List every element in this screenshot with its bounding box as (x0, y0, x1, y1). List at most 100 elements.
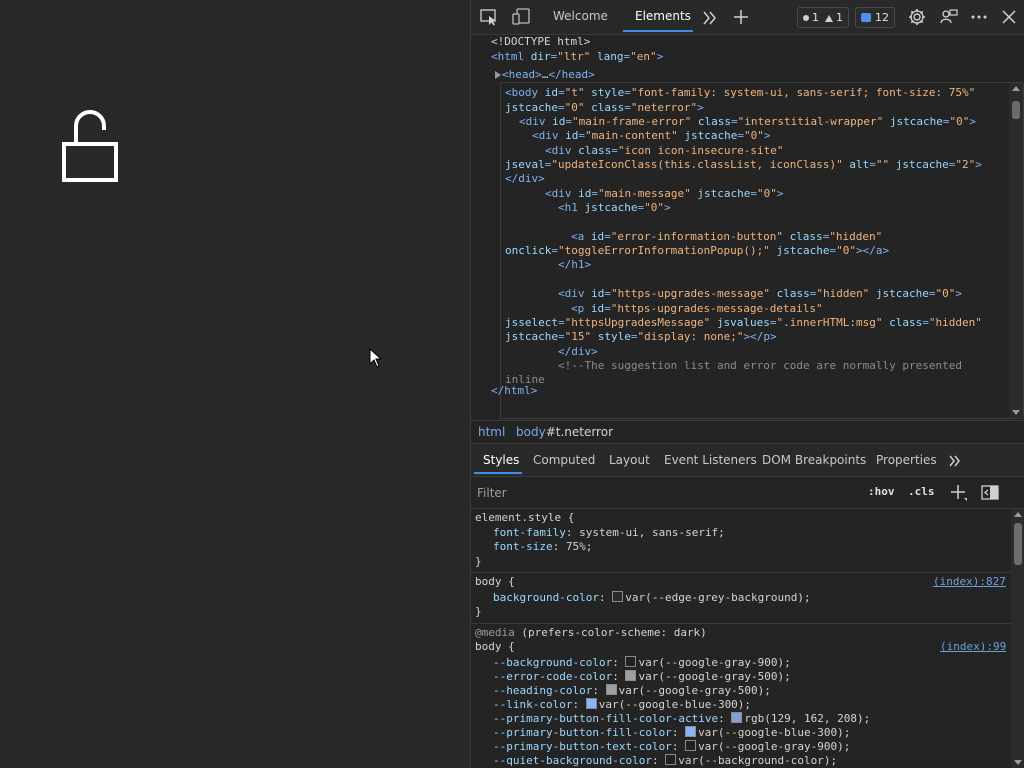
dom-token: ".innerHTML:msg" (776, 316, 883, 329)
style-declaration[interactable]: --link-color: var(--google-blue-300); (493, 698, 751, 712)
tab-welcome[interactable]: Welcome (553, 9, 608, 23)
toggle-sidebar-icon[interactable] (981, 485, 999, 501)
rule-selector[interactable]: element.style { (475, 511, 574, 525)
subtab-event-listeners[interactable]: Event Listeners (664, 453, 757, 467)
hover-state-button[interactable]: :hov (868, 485, 895, 498)
dom-line[interactable]: <a id="error-information-button" class="… (571, 230, 882, 244)
dom-line[interactable]: <div id="main-content" jstcache="0"> (532, 129, 770, 143)
inspect-element-icon[interactable] (480, 8, 498, 26)
dom-token: "0" (743, 129, 764, 142)
device-emulation-icon[interactable] (512, 8, 530, 26)
new-style-rule-plus-icon[interactable] (950, 484, 968, 502)
dom-line[interactable]: <h1 jstcache="0"> (558, 201, 671, 215)
dom-token: jstcache (505, 101, 558, 114)
messages-counter[interactable]: 12 (855, 7, 895, 28)
subtab-layout[interactable]: Layout (609, 453, 650, 467)
scroll-up-icon[interactable] (1014, 512, 1022, 517)
scrollbar-thumb[interactable] (1014, 523, 1022, 565)
media-query: @media (prefers-color-scheme: dark) (475, 626, 707, 639)
rule-selector[interactable]: body { (475, 640, 515, 654)
dom-line[interactable]: jstcache="15" style="display: none;"></p… (505, 330, 777, 344)
dom-token: = (557, 316, 565, 329)
dom-line[interactable]: <div id="https-upgrades-message" class="… (558, 287, 962, 301)
style-declaration[interactable]: --error-code-color: var(--google-gray-50… (493, 670, 791, 684)
more-subtabs-chevron-icon[interactable] (948, 454, 962, 468)
dom-line[interactable]: </html> (491, 384, 537, 398)
subtab-properties[interactable]: Properties (876, 453, 937, 467)
dom-line[interactable]: </div> (505, 172, 545, 186)
dom-token (783, 230, 790, 243)
styles-filter-input[interactable] (475, 481, 849, 505)
dom-token: class (789, 230, 823, 243)
more-tabs-chevron-icon[interactable] (701, 9, 719, 27)
add-tab-plus-icon[interactable] (732, 8, 750, 26)
subtab-styles[interactable]: Styles (483, 453, 519, 467)
style-declaration[interactable]: --primary-button-fill-color: var(--googl… (493, 726, 850, 740)
dom-token: <h1 (558, 201, 585, 214)
rule-divider (471, 572, 1011, 573)
dom-token: </h1> (558, 258, 592, 271)
breadcrumb-body[interactable]: body#t.neterror (516, 425, 613, 439)
dom-line[interactable]: <!DOCTYPE html> (491, 35, 590, 49)
dom-line[interactable]: </h1> (558, 258, 591, 272)
dom-tree[interactable]: <!DOCTYPE html> <html dir="ltr" lang="en… (471, 35, 1024, 419)
dom-line[interactable]: <div id="main-frame-error" class="inters… (519, 115, 976, 129)
color-swatch[interactable] (665, 754, 677, 765)
style-declaration[interactable]: --background-color: var(--google-gray-90… (493, 656, 791, 670)
styles-pane[interactable]: element.style { font-family: system-ui, … (471, 509, 1024, 768)
style-declaration[interactable]: --primary-button-fill-color-active: rgb(… (493, 712, 870, 726)
dom-scrollbar[interactable] (1009, 83, 1023, 418)
dom-line[interactable]: <head>…</head> (502, 68, 595, 82)
source-link[interactable]: (index):827 (933, 575, 1006, 589)
scroll-down-icon[interactable] (1012, 410, 1020, 415)
dom-line[interactable]: <body id="t" style="font-family: system-… (505, 86, 975, 100)
dom-line[interactable]: onclick="toggleErrorInformationPopup();"… (505, 244, 889, 258)
rule-selector[interactable]: body { (475, 575, 515, 589)
color-swatch[interactable] (625, 656, 637, 667)
subtab-computed[interactable]: Computed (533, 453, 595, 467)
dom-line[interactable]: <!--The suggestion list and error code a… (558, 359, 962, 373)
styles-filter-bar: :hov .cls (471, 477, 1024, 509)
dom-line[interactable]: <div id="main-message" jstcache="0"> (545, 187, 783, 201)
color-swatch[interactable] (731, 712, 743, 723)
color-swatch[interactable] (585, 698, 597, 709)
dom-line[interactable]: <div class="icon icon-insecure-site" (545, 144, 783, 158)
dom-line[interactable]: <p id="https-upgrades-message-details" (571, 302, 823, 316)
style-declaration[interactable]: --heading-color: var(--google-gray-500); (493, 684, 771, 698)
source-link[interactable]: (index):99 (940, 640, 1006, 654)
color-swatch[interactable] (625, 670, 637, 681)
color-swatch[interactable] (685, 726, 697, 737)
scrollbar-thumb[interactable] (1012, 101, 1020, 119)
feedback-icon[interactable] (940, 8, 958, 26)
style-declaration[interactable]: --primary-button-text-color: var(--googl… (493, 740, 850, 754)
dom-line[interactable]: jstcache="0" class="neterror"> (505, 101, 704, 115)
color-swatch[interactable] (605, 684, 617, 695)
dom-line[interactable]: <html dir="ltr" lang="en"> (491, 50, 663, 64)
expand-arrow-icon[interactable] (494, 70, 502, 80)
style-declaration[interactable]: font-size: 75%; (493, 540, 592, 554)
style-declaration[interactable]: background-color: var(--edge-grey-backgr… (493, 591, 811, 605)
color-swatch[interactable] (612, 591, 624, 602)
dom-line[interactable]: jsselect="httpsUpgradesMessage" jsvalues… (505, 316, 982, 330)
collapse-arrow-icon[interactable] (500, 88, 502, 98)
dom-token (770, 244, 777, 257)
dom-line[interactable]: jseval = "updateIconClass(this.classList, … (505, 158, 982, 172)
subtab-dom-breakpoints[interactable]: DOM Breakpoints (762, 453, 866, 467)
color-swatch[interactable] (685, 740, 697, 751)
style-declaration[interactable]: --quiet-background-color: var(--backgrou… (493, 754, 837, 768)
dom-line[interactable]: </div> (558, 345, 598, 359)
dom-selected-node-scroll[interactable]: <body id="t" style="font-family: system-… (500, 82, 1024, 419)
dom-token: "icon icon-insecure-site" (617, 144, 784, 157)
class-toggle-button[interactable]: .cls (908, 485, 935, 498)
tab-elements[interactable]: Elements (635, 9, 691, 23)
style-declaration[interactable]: font-family: system-ui, sans-serif; (493, 526, 725, 540)
styles-scrollbar[interactable] (1011, 509, 1024, 768)
issues-counter[interactable]: 1 1 (797, 7, 849, 28)
dom-token: class (776, 287, 810, 300)
more-options-icon[interactable] (970, 8, 988, 26)
breadcrumb-html[interactable]: html (478, 425, 505, 439)
close-icon[interactable] (1000, 8, 1018, 26)
settings-gear-icon[interactable] (908, 8, 926, 26)
scroll-up-icon[interactable] (1012, 86, 1020, 91)
scroll-down-icon[interactable] (1014, 760, 1022, 765)
